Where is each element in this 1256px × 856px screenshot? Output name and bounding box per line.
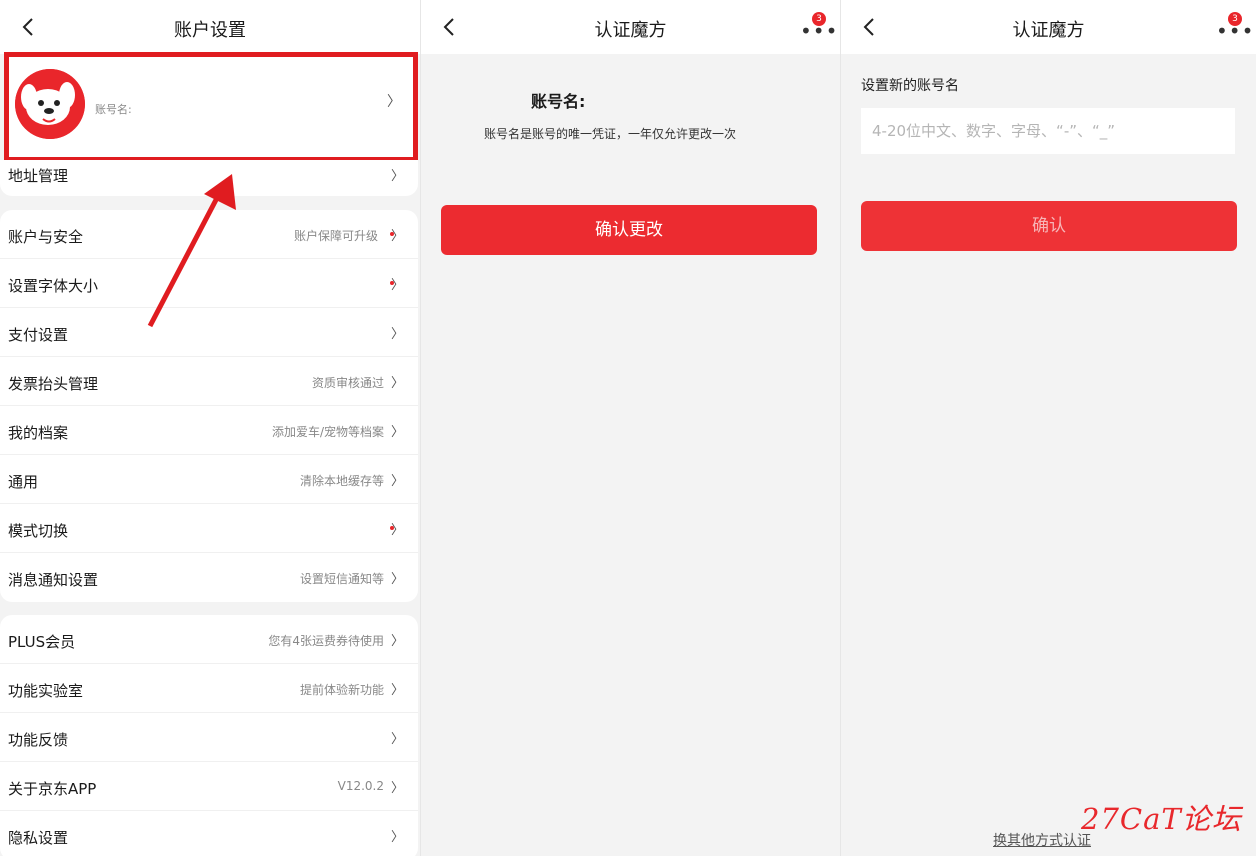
settings-row-label: 支付设置	[8, 326, 69, 344]
chevron-right-icon: 〉	[390, 830, 404, 845]
auth-cube-panel: 认证魔方 ••• 3 账号名: 账号名是账号的唯一凭证，一年仅允许更改一次 确认…	[420, 0, 840, 856]
settings-row-value: 提前体验新功能	[299, 683, 384, 697]
more-menu[interactable]: ••• 3	[796, 12, 837, 42]
alt-auth-link[interactable]: 换其他方式认证	[993, 830, 1091, 850]
settings-row-value: 账户保障可升级	[293, 229, 378, 243]
settings-row-label: 发票抬头管理	[8, 375, 99, 393]
settings-row-label: 通用	[8, 473, 39, 491]
more-dots-icon: •••	[1216, 19, 1255, 43]
settings-row-value: 清除本地缓存等	[299, 474, 384, 488]
nav-bar: 认证魔方 ••• 3	[421, 0, 840, 54]
page-title: 认证魔方	[1012, 20, 1085, 41]
account-name-description: 账号名是账号的唯一凭证，一年仅允许更改一次	[484, 127, 737, 141]
account-name-heading: 账号名:	[531, 92, 586, 111]
settings-row[interactable]: PLUS会员 您有4张运费券待使用〉	[0, 615, 418, 664]
chevron-right-icon: 〉	[390, 376, 404, 391]
confirm-change-button[interactable]: 确认更改	[441, 205, 817, 255]
settings-row-value: 添加爱车/宠物等档案	[271, 425, 384, 439]
notification-badge: 3	[812, 12, 826, 26]
settings-row-value: 您有4张运费券待使用	[268, 634, 384, 648]
notification-badge: 3	[1228, 12, 1242, 26]
nav-bar: 账户设置	[0, 0, 420, 54]
settings-row[interactable]: 通用 清除本地缓存等〉	[0, 455, 418, 504]
settings-row[interactable]: 消息通知设置 设置短信通知等〉	[0, 553, 418, 602]
settings-row[interactable]: 隐私设置 〉	[0, 811, 418, 856]
settings-row-label: 关于京东APP	[8, 780, 97, 798]
chevron-right-icon: 〉	[390, 169, 404, 184]
more-dots-icon: •••	[800, 19, 839, 43]
chevron-right-icon: 〉	[390, 683, 404, 698]
settings-row-label: 功能实验室	[8, 682, 84, 700]
settings-row-label: 功能反馈	[8, 731, 69, 749]
settings-row[interactable]: 发票抬头管理 资质审核通过〉	[0, 357, 418, 406]
profile-card[interactable]: 账号名: 〉	[4, 52, 418, 162]
set-account-name-panel: 认证魔方 ••• 3 设置新的账号名 确认 换其他方式认证 27CaT论坛	[840, 0, 1256, 856]
settings-row-value: V12.0.2	[337, 779, 384, 793]
account-name-label: 账号名:	[95, 103, 132, 116]
account-name-input[interactable]	[861, 108, 1235, 154]
chevron-right-icon: 〉	[390, 781, 404, 796]
chevron-right-icon: 〉	[390, 474, 404, 489]
chevron-right-icon: 〉	[390, 327, 404, 342]
chevron-right-icon: 〉	[390, 229, 404, 244]
settings-row[interactable]: 功能实验室 提前体验新功能〉	[0, 664, 418, 713]
new-account-name-label: 设置新的账号名	[861, 78, 959, 94]
chevron-right-icon: 〉	[390, 732, 404, 747]
page-title: 认证魔方	[594, 20, 667, 41]
chevron-right-icon: 〉	[390, 425, 404, 440]
settings-group-2: PLUS会员 您有4张运费券待使用〉功能实验室 提前体验新功能〉功能反馈〉关于京东A…	[0, 615, 418, 856]
address-management-label: 地址管理	[8, 167, 69, 185]
settings-row-value: 资质审核通过	[311, 376, 384, 390]
avatar	[15, 69, 85, 139]
more-menu[interactable]: ••• 3	[1212, 12, 1253, 42]
settings-row-label: 设置字体大小	[8, 277, 99, 295]
settings-row-label: PLUS会员	[8, 633, 76, 651]
watermark: 27CaT论坛	[1081, 802, 1242, 836]
chevron-right-icon: 〉	[390, 572, 404, 587]
settings-row-value: 设置短信通知等	[299, 572, 384, 586]
settings-row[interactable]: 关于京东APP V12.0.2 〉	[0, 762, 418, 811]
settings-row-label: 隐私设置	[8, 829, 69, 847]
settings-row-label: 消息通知设置	[8, 571, 99, 589]
settings-row[interactable]: 我的档案 添加爱车/宠物等档案〉	[0, 406, 418, 455]
chevron-right-icon: 〉	[390, 523, 404, 538]
settings-row-label: 我的档案	[8, 424, 69, 442]
settings-row-label: 账户与安全	[8, 228, 84, 246]
mascot-dog-icon	[15, 69, 85, 139]
annotation-arrow	[147, 174, 236, 328]
confirm-button[interactable]: 确认	[861, 201, 1237, 251]
settings-row[interactable]: 功能反馈 〉	[0, 713, 418, 762]
chevron-right-icon: 〉	[387, 94, 401, 110]
account-settings-panel: 账户设置 账号名: 〉 地址管理 〉 账户与安全 账户保障可升级〉设置字体大小〉支…	[0, 0, 420, 856]
chevron-right-icon: 〉	[390, 634, 404, 649]
settings-row-label: 模式切换	[8, 522, 69, 540]
nav-bar: 认证魔方 ••• 3	[841, 0, 1256, 54]
page-title: 账户设置	[174, 20, 246, 41]
settings-row[interactable]: 模式切换 〉	[0, 504, 418, 553]
chevron-right-icon: 〉	[390, 278, 404, 293]
